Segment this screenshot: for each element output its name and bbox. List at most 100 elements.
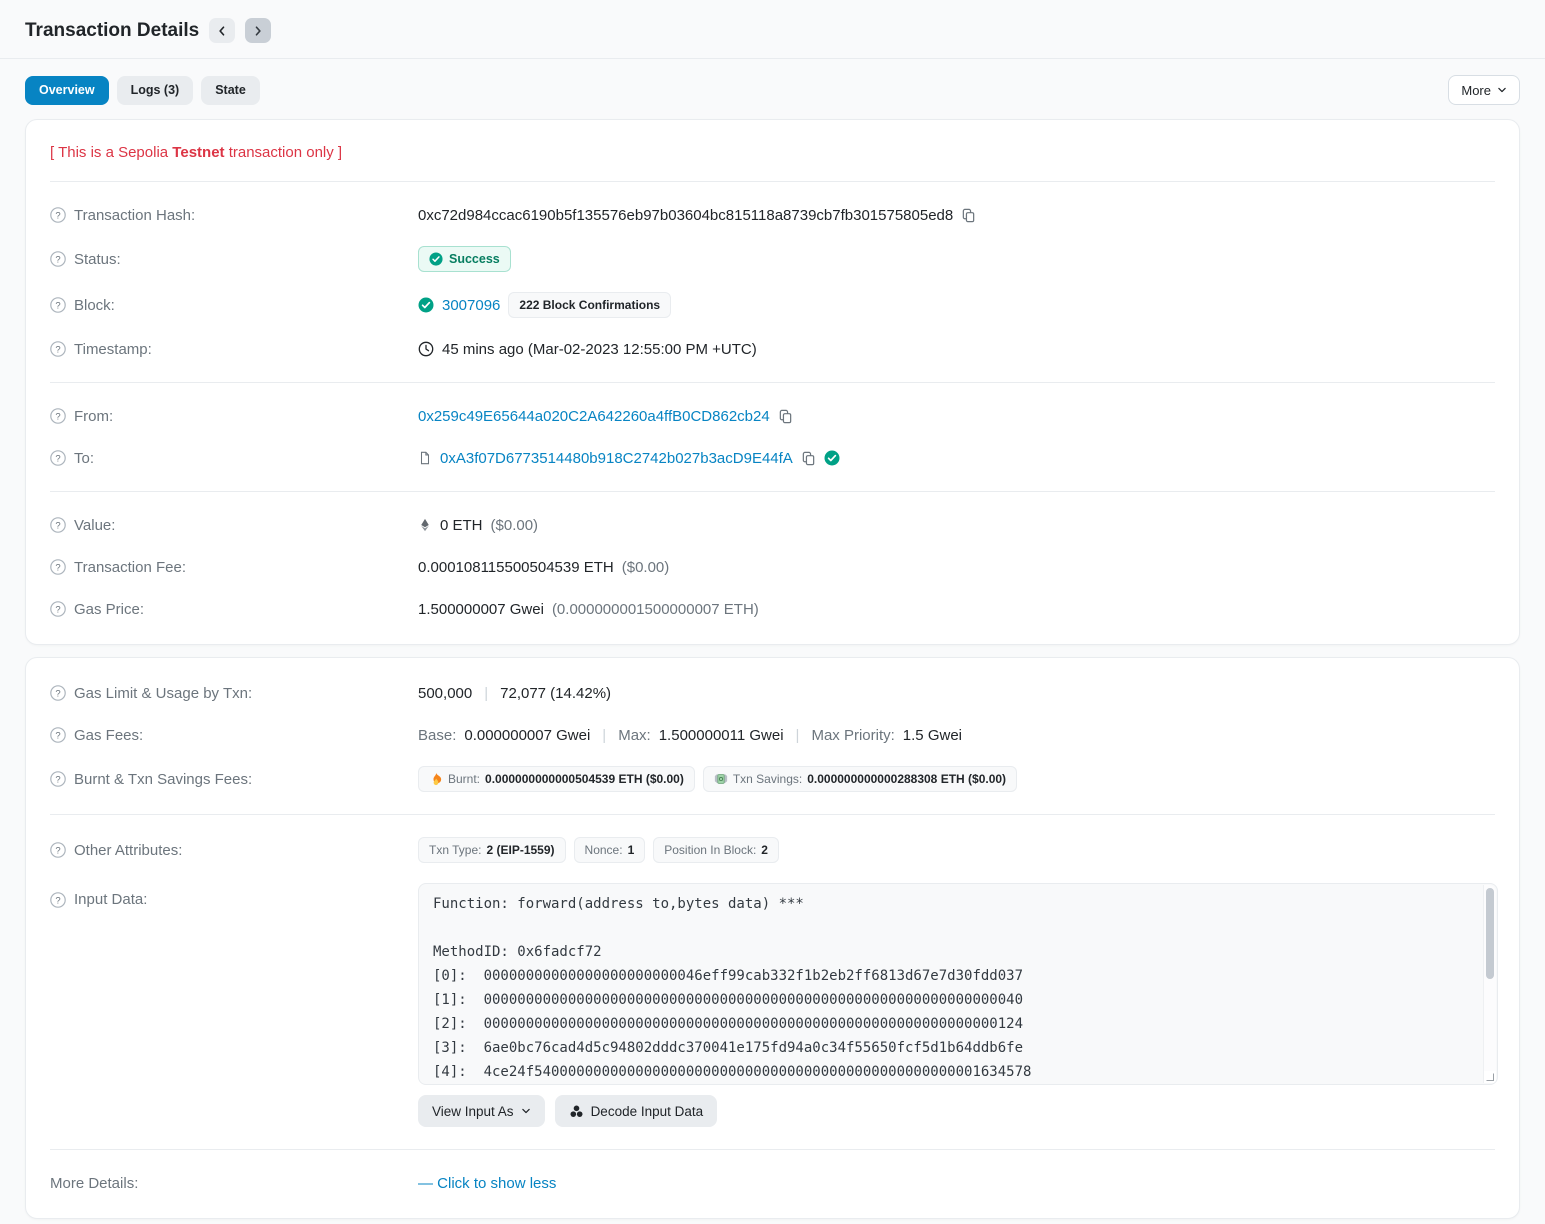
verified-check-icon xyxy=(824,450,840,466)
more-details-label: More Details: xyxy=(50,1175,138,1192)
check-circle-icon xyxy=(429,252,443,266)
svg-text:?: ? xyxy=(55,604,60,615)
gas-limit-row: ? Gas Limit & Usage by Txn: 500,000 | 72… xyxy=(50,672,1495,714)
more-dropdown-button[interactable]: More xyxy=(1448,75,1520,105)
money-wings-icon xyxy=(714,772,728,786)
divider xyxy=(50,1149,1495,1150)
help-icon[interactable]: ? xyxy=(50,450,66,466)
resize-handle-icon[interactable] xyxy=(1484,1071,1496,1083)
transaction-details-card: ? Gas Limit & Usage by Txn: 500,000 | 72… xyxy=(25,657,1520,1219)
scrollbar-thumb[interactable] xyxy=(1486,888,1494,979)
help-icon[interactable]: ? xyxy=(50,842,66,858)
copy-from-address-button[interactable] xyxy=(778,409,793,424)
gas-price-label: Gas Price: xyxy=(74,601,144,618)
testnet-notice: [ This is a Sepolia Testnet transaction … xyxy=(50,126,1495,177)
from-row: ? From: 0x259c49E65644a020C2A642260a4ffB… xyxy=(50,395,1495,437)
svg-text:?: ? xyxy=(55,845,60,856)
help-icon[interactable]: ? xyxy=(50,727,66,743)
base-fee-label: Base: xyxy=(418,727,456,744)
chevron-down-icon xyxy=(521,1106,531,1116)
from-address-link[interactable]: 0x259c49E65644a020C2A642260a4ffB0CD862cb… xyxy=(418,408,770,425)
transaction-fee-row: ? Transaction Fee: 0.000108115500504539 … xyxy=(50,546,1495,588)
view-input-as-button[interactable]: View Input As xyxy=(418,1095,545,1127)
input-data-scrollbar[interactable] xyxy=(1483,885,1496,1083)
tab-overview[interactable]: Overview xyxy=(25,76,109,105)
help-icon[interactable]: ? xyxy=(50,771,66,787)
help-icon[interactable]: ? xyxy=(50,207,66,223)
chevron-left-icon xyxy=(216,25,228,37)
help-icon[interactable]: ? xyxy=(50,517,66,533)
input-data-row: ? Input Data: Function: forward(address … xyxy=(50,873,1495,1137)
divider xyxy=(50,382,1495,383)
to-address-link[interactable]: 0xA3f07D6773514480b918C2742b027b3acD9E44… xyxy=(440,450,793,467)
divider xyxy=(50,181,1495,182)
flame-icon xyxy=(429,772,443,786)
block-number-link[interactable]: 3007096 xyxy=(442,297,500,314)
position-in-block-badge: Position In Block: 2 xyxy=(653,837,779,863)
svg-text:?: ? xyxy=(55,895,60,906)
svg-text:?: ? xyxy=(55,688,60,699)
help-icon[interactable]: ? xyxy=(50,559,66,575)
chevron-down-icon xyxy=(1497,85,1507,95)
chevron-right-icon xyxy=(252,25,264,37)
gas-price-eth: (0.000000001500000007 ETH) xyxy=(552,601,759,618)
page-header: Transaction Details xyxy=(0,0,1545,43)
copy-icon xyxy=(778,409,793,424)
ethereum-icon xyxy=(418,518,432,532)
status-label: Status: xyxy=(74,251,121,268)
timestamp-label: Timestamp: xyxy=(74,341,152,358)
nonce-badge: Nonce: 1 xyxy=(574,837,646,863)
max-priority-fee-label: Max Priority: xyxy=(811,727,894,744)
copy-hash-button[interactable] xyxy=(961,208,976,223)
input-data-label: Input Data: xyxy=(74,891,147,908)
copy-icon xyxy=(801,451,816,466)
timestamp-value: 45 mins ago (Mar-02-2023 12:55:00 PM +UT… xyxy=(442,341,757,358)
svg-text:?: ? xyxy=(55,411,60,422)
tab-logs[interactable]: Logs (3) xyxy=(117,76,194,105)
decode-input-data-button[interactable]: Decode Input Data xyxy=(555,1095,718,1127)
status-row: ? Status: Success xyxy=(50,236,1495,282)
max-fee-label: Max: xyxy=(618,727,651,744)
transaction-hash-value: 0xc72d984ccac6190b5f135576eb97b03604bc81… xyxy=(418,207,953,224)
copy-icon xyxy=(961,208,976,223)
max-priority-fee-value: 1.5 Gwei xyxy=(903,727,962,744)
gas-limit-value: 500,000 xyxy=(418,685,472,702)
copy-to-address-button[interactable] xyxy=(801,451,816,466)
timestamp-row: ? Timestamp: 45 mins ago (Mar-02-2023 12… xyxy=(50,328,1495,370)
gas-fees-row: ? Gas Fees: Base: 0.000000007 Gwei | Max… xyxy=(50,714,1495,756)
svg-text:?: ? xyxy=(55,730,60,741)
help-icon[interactable]: ? xyxy=(50,341,66,357)
transaction-fee-amount: 0.000108115500504539 ETH xyxy=(418,559,614,576)
tab-state[interactable]: State xyxy=(201,76,260,105)
transaction-fee-label: Transaction Fee: xyxy=(74,559,186,576)
value-amount: 0 ETH xyxy=(440,517,483,534)
help-icon[interactable]: ? xyxy=(50,601,66,617)
other-attributes-label: Other Attributes: xyxy=(74,842,182,859)
more-details-row: More Details: — Click to show less xyxy=(50,1162,1495,1204)
gas-price-amount: 1.500000007 Gwei xyxy=(418,601,544,618)
burnt-fees-row: ? Burnt & Txn Savings Fees: Burnt: 0.000… xyxy=(50,756,1495,802)
svg-text:?: ? xyxy=(55,562,60,573)
previous-transaction-button[interactable] xyxy=(209,18,235,43)
svg-text:?: ? xyxy=(55,300,60,311)
txn-type-badge: Txn Type: 2 (EIP-1559) xyxy=(418,837,566,863)
help-icon[interactable]: ? xyxy=(50,685,66,701)
max-fee-value: 1.500000011 Gwei xyxy=(659,727,784,744)
burnt-fees-label: Burnt & Txn Savings Fees: xyxy=(74,771,252,788)
help-icon[interactable]: ? xyxy=(50,408,66,424)
separator: | xyxy=(480,685,492,702)
help-icon[interactable]: ? xyxy=(50,892,66,908)
gas-price-row: ? Gas Price: 1.500000007 Gwei (0.0000000… xyxy=(50,588,1495,630)
value-label: Value: xyxy=(74,517,115,534)
svg-text:?: ? xyxy=(55,774,60,785)
next-transaction-button[interactable] xyxy=(245,18,271,43)
check-circle-icon xyxy=(418,297,434,313)
input-data-textarea[interactable]: Function: forward(address to,bytes data)… xyxy=(418,883,1498,1085)
help-icon[interactable]: ? xyxy=(50,251,66,267)
page-title: Transaction Details xyxy=(25,20,199,42)
svg-text:?: ? xyxy=(55,520,60,531)
show-less-link[interactable]: — Click to show less xyxy=(418,1175,556,1192)
help-icon[interactable]: ? xyxy=(50,297,66,313)
transaction-hash-label: Transaction Hash: xyxy=(74,207,195,224)
status-badge: Success xyxy=(418,246,511,272)
